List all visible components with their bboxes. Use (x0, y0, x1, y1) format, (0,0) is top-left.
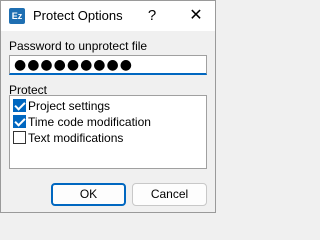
ok-button[interactable]: OK (51, 183, 126, 206)
close-icon[interactable]: ✕ (177, 1, 215, 31)
option-label: Time code modification (28, 115, 151, 129)
protect-options-list: Project settings Time code modification … (9, 95, 207, 169)
app-icon: Ez (9, 8, 25, 24)
help-icon[interactable]: ? (137, 1, 167, 31)
password-input[interactable] (9, 55, 207, 75)
option-label: Text modifications (28, 131, 124, 145)
protect-options-dialog: Ez Protect Options ? ✕ Password to unpro… (0, 0, 216, 213)
dialog-title: Protect Options (33, 8, 123, 23)
checkbox-time-code-modification[interactable] (13, 115, 26, 128)
password-label: Password to unprotect file (9, 39, 148, 53)
cancel-button[interactable]: Cancel (132, 183, 207, 206)
option-label: Project settings (28, 99, 111, 113)
checkbox-project-settings[interactable] (13, 99, 26, 112)
checkbox-text-modifications[interactable] (13, 131, 26, 144)
title-bar: Ez Protect Options ? ✕ (1, 1, 215, 31)
